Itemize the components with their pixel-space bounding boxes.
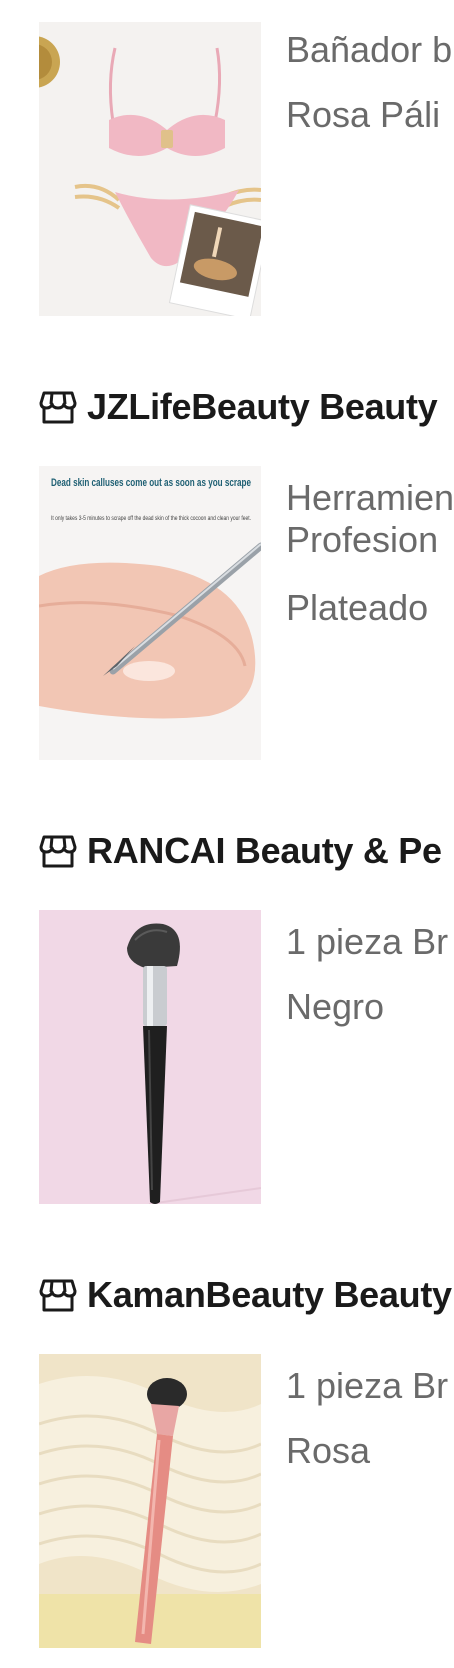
product-image-black-brush[interactable] [39, 910, 261, 1204]
shop-header[interactable]: KamanBeauty Beauty [39, 1270, 452, 1320]
pink-bikini-image [39, 22, 261, 316]
pink-makeup-brush-image [39, 1354, 261, 1648]
shop-name: JZLifeBeauty Beauty [87, 386, 438, 427]
product-variant: Rosa [286, 1430, 371, 1471]
product-variant: Plateado [286, 587, 429, 628]
shop-header[interactable]: RANCAI Beauty & Pe [39, 826, 442, 876]
foot-callus-scraper-image: Dead skin calluses come out as soon as y… [39, 466, 261, 760]
product-image-scraper[interactable]: Dead skin calluses come out as soon as y… [39, 466, 261, 760]
shop-name: RANCAI Beauty & Pe [87, 830, 442, 871]
store-icon [39, 835, 77, 868]
product-title-line2[interactable]: Profesion [286, 518, 438, 561]
black-makeup-brush-image [39, 910, 261, 1204]
product-image-pink-brush[interactable] [39, 1354, 261, 1648]
product-title[interactable]: Herramien [286, 476, 454, 519]
product-variant: Negro [286, 986, 385, 1027]
product-image-bikini[interactable] [39, 22, 261, 316]
image-subcaption: It only takes 3-5 minutes to scrape off … [51, 515, 251, 522]
product-title[interactable]: 1 pieza Br [286, 920, 448, 963]
image-caption: Dead skin calluses come out as soon as y… [51, 477, 251, 489]
product-variant: Rosa Páli [286, 94, 441, 135]
product-title[interactable]: Bañador b [286, 28, 452, 71]
shop-header[interactable]: JZLifeBeauty Beauty [39, 382, 438, 432]
store-icon [39, 391, 77, 424]
shop-name: KamanBeauty Beauty [87, 1274, 452, 1315]
product-title[interactable]: 1 pieza Br [286, 1364, 448, 1407]
store-icon [39, 1279, 77, 1312]
